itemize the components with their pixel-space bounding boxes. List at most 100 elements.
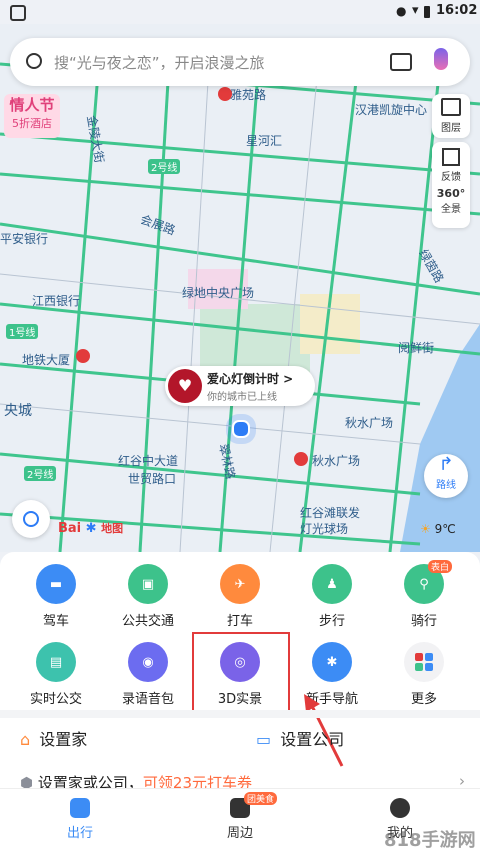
home-icon: ⌂ bbox=[20, 730, 31, 749]
map-label-lvdi-plaza: 绿地中央广场 bbox=[182, 286, 255, 300]
battery-icon bbox=[424, 6, 430, 18]
map-label-yayuan-road: 雅苑路 bbox=[230, 88, 267, 102]
map-tools-panel: 反馈 360° 全景 bbox=[432, 142, 470, 228]
metro-station-icon bbox=[76, 349, 90, 363]
map-label-honggutan-1: 红谷滩联发 bbox=[300, 506, 361, 520]
promo-title: 爱心灯倒计时 > bbox=[207, 372, 294, 386]
grid-label: 实时公交 bbox=[29, 692, 82, 707]
grid-item-walk[interactable]: ♟ 步行 bbox=[292, 564, 372, 629]
promo-bubble[interactable]: ♥ 爱心灯倒计时 > 你的城市已上线 bbox=[165, 366, 315, 406]
divider bbox=[0, 710, 480, 718]
map-label-metro-building: 地铁大厦 bbox=[22, 353, 71, 367]
weather-temp: 9℃ bbox=[434, 522, 456, 536]
camera-icon[interactable] bbox=[390, 53, 412, 71]
route-arrow-icon: ↱ bbox=[438, 454, 454, 475]
tab-nearby[interactable]: 周边 团美食 bbox=[190, 792, 290, 841]
map-label-central-city: 央城 bbox=[4, 403, 32, 419]
valentine-line1: 情人节 bbox=[9, 96, 55, 114]
more-grid-icon bbox=[404, 642, 444, 682]
status-time: 16:02 bbox=[436, 3, 478, 18]
map-label-honggutan-2: 灯光球场 bbox=[300, 522, 349, 536]
grid-label: 更多 bbox=[410, 692, 437, 707]
tab-nearby-label: 周边 bbox=[226, 826, 253, 841]
feedback-label: 反馈 bbox=[441, 172, 461, 183]
go-icon bbox=[70, 798, 90, 818]
car-icon: ▬ bbox=[36, 564, 76, 604]
valentine-line2: 5折酒店 bbox=[12, 117, 52, 130]
map-label-qiushui-plaza-poi: 秋水广场 bbox=[345, 416, 394, 430]
baidu-logo-text: Bai bbox=[58, 521, 82, 536]
voice-pack-icon: ◉ bbox=[128, 642, 168, 682]
map-label-hanggang-center: 汉港凯旋中心 bbox=[355, 103, 428, 117]
layers-icon bbox=[441, 98, 461, 116]
grid-label: 骑行 bbox=[410, 614, 437, 629]
set-company-label: 设置公司 bbox=[280, 730, 345, 749]
grid-label: 公共交通 bbox=[121, 614, 174, 629]
baidu-logo-cn: 地图 bbox=[101, 522, 124, 535]
grid-label: 步行 bbox=[318, 614, 345, 629]
set-home-button[interactable]: ⌂ 设置家 bbox=[20, 726, 87, 750]
nearby-badge: 团美食 bbox=[244, 792, 278, 805]
grid-item-taxi[interactable]: ✈ 打车 bbox=[200, 564, 280, 629]
grid-item-more[interactable]: 更多 bbox=[384, 642, 464, 707]
metro-line1-label: 1号线 bbox=[6, 324, 39, 339]
map-label-yuelan-street: 阅鲜街 bbox=[398, 341, 435, 355]
route-button[interactable]: ↱ 路线 bbox=[424, 454, 468, 498]
highlight-box bbox=[192, 632, 290, 714]
panorama-label: 全景 bbox=[441, 204, 461, 215]
map-label-qiushui-plaza: 秋水广场 bbox=[312, 454, 361, 468]
status-bar: ● ▾ 16:02 bbox=[0, 0, 480, 24]
grid-item-realtime-bus[interactable]: ▤ 实时公交 bbox=[16, 642, 96, 707]
tab-go-label: 出行 bbox=[66, 826, 93, 841]
promo-subtitle: 你的城市已上线 bbox=[207, 392, 277, 403]
metro-station-icon bbox=[294, 452, 308, 466]
feedback-button[interactable]: 反馈 bbox=[441, 142, 461, 183]
map-label-pingan-bank: 平安银行 bbox=[0, 232, 49, 246]
feedback-icon bbox=[442, 148, 460, 166]
map-label-honggu-road: 红谷中大道 bbox=[118, 454, 179, 468]
route-label: 路线 bbox=[436, 480, 456, 491]
valentine-promo-badge[interactable]: 情人节 5折酒店 bbox=[4, 94, 60, 138]
mine-icon bbox=[390, 798, 410, 818]
weather-sun-icon: ☀ bbox=[420, 522, 431, 536]
realtime-bus-icon: ▤ bbox=[36, 642, 76, 682]
grid-label: 打车 bbox=[226, 614, 253, 629]
grid-label: 驾车 bbox=[42, 614, 69, 629]
metro-line2b-label: 2号线 bbox=[24, 466, 57, 481]
metro-station-icon bbox=[218, 87, 232, 101]
watermark: 818手游网 bbox=[384, 830, 476, 851]
location-icon: ● bbox=[396, 4, 407, 18]
grid-item-transit[interactable]: ▣ 公共交通 bbox=[108, 564, 188, 629]
map-label-jiangxi-bank: 江西银行 bbox=[32, 294, 81, 308]
search-bar[interactable]: 搜“光与夜之恋”，开启浪漫之旅 bbox=[10, 38, 470, 86]
panorama-button[interactable]: 360° 全景 bbox=[437, 187, 465, 215]
walk-icon: ♟ bbox=[312, 564, 352, 604]
heart-icon: ♥ bbox=[168, 369, 202, 403]
map-label-xinghe: 星河汇 bbox=[246, 134, 283, 148]
baidu-map-logo: Bai ✱ 地图 bbox=[58, 520, 123, 536]
locate-button[interactable] bbox=[12, 500, 50, 538]
wifi-icon: ▾ bbox=[412, 3, 419, 18]
layers-button[interactable]: 图层 bbox=[432, 94, 470, 138]
map-label-trade-road: 世贸路口 bbox=[128, 472, 177, 486]
search-placeholder: 搜“光与夜之恋”，开启浪漫之旅 bbox=[54, 54, 265, 72]
locate-icon bbox=[23, 511, 39, 527]
grid-item-voice-pack[interactable]: ◉ 录语音包 bbox=[108, 642, 188, 707]
grid-item-bike[interactable]: ⚲ 骑行 表白 bbox=[384, 560, 464, 629]
panorama-icon: 360° bbox=[436, 187, 466, 200]
beginner-nav-icon: ✱ bbox=[312, 642, 352, 682]
bus-icon: ▣ bbox=[128, 564, 168, 604]
notification-icon bbox=[10, 5, 26, 21]
grid-item-drive[interactable]: ▬ 驾车 bbox=[16, 564, 96, 629]
baidu-paw-icon: ✱ bbox=[85, 521, 97, 536]
company-icon: ▭ bbox=[256, 730, 272, 749]
set-home-label: 设置家 bbox=[39, 730, 88, 749]
map-view[interactable]: 情人节 5折酒店 雅苑路 汉港凯旋中心 金陵大街 星河汇 2号线 会展路 平安银… bbox=[0, 24, 480, 552]
voice-icon[interactable] bbox=[434, 48, 448, 70]
taxi-icon: ✈ bbox=[220, 564, 260, 604]
tab-go[interactable]: 出行 bbox=[30, 798, 130, 841]
layers-label: 图层 bbox=[441, 123, 461, 134]
bike-badge: 表白 bbox=[428, 560, 453, 573]
weather-indicator[interactable]: ☀ 9℃ bbox=[420, 522, 456, 536]
set-company-button[interactable]: ▭ 设置公司 bbox=[256, 726, 344, 750]
